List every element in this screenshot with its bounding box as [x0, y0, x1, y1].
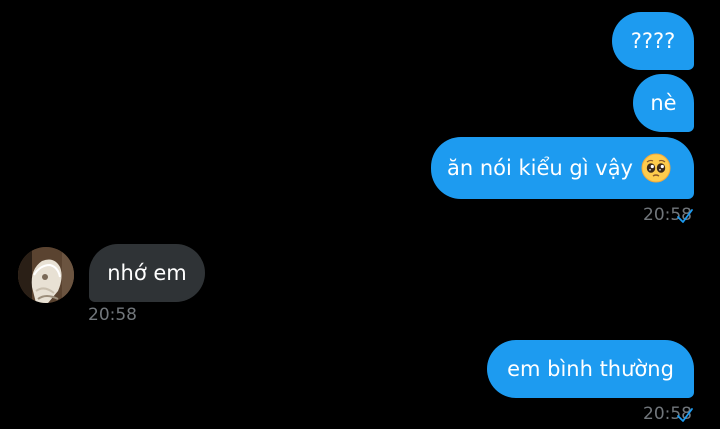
message-bubble-sent[interactable]: ăn nói kiểu gì vậy [431, 137, 694, 199]
pleading-face-emoji-icon [641, 153, 671, 183]
message-timestamp: 20:58 [88, 305, 137, 325]
avatar[interactable] [18, 247, 74, 303]
read-checkmark-icon [677, 209, 693, 223]
read-checkmark-icon [677, 408, 693, 422]
message-text: ăn nói kiểu gì vậy [447, 156, 633, 180]
message-bubble-sent[interactable]: em bình thường [487, 340, 694, 398]
message-bubble-sent[interactable]: nè [633, 74, 694, 132]
message-text: ???? [630, 29, 676, 53]
message-text: nhớ em [107, 261, 187, 285]
message-text: nè [650, 91, 677, 115]
avatar-image [18, 247, 74, 303]
message-bubble-sent[interactable]: ???? [612, 12, 694, 70]
message-bubble-received[interactable]: nhớ em [89, 244, 205, 302]
message-text: em bình thường [507, 357, 674, 381]
